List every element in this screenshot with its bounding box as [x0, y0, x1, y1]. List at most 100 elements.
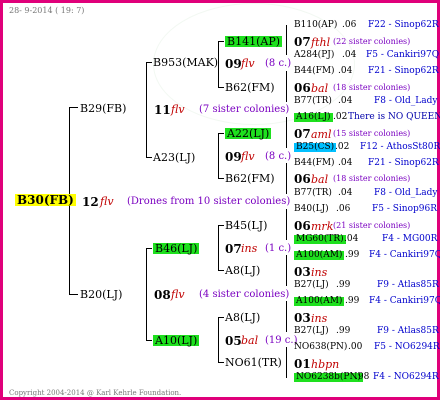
- connector: [286, 347, 287, 378]
- leaf-source: F5 - NO6294R: [374, 342, 440, 352]
- leaf-year: .02: [335, 142, 350, 152]
- grandparent-queen[interactable]: A10(LJ): [153, 335, 200, 346]
- connector: [218, 133, 219, 179]
- connector: [218, 317, 219, 363]
- ancestor-bee-line: ins: [311, 312, 328, 325]
- ancestor-note: (21 sister colonies): [333, 221, 411, 230]
- ancestor-bee-line: fthl: [311, 36, 331, 49]
- leaf-queen[interactable]: B40(LJ): [294, 205, 329, 214]
- leaf-source: F4 - Cankiri97Q: [369, 250, 440, 260]
- leaf-year: .06: [342, 20, 357, 30]
- connector: [286, 163, 287, 194]
- ancestor-queen[interactable]: B141(AP): [225, 36, 283, 47]
- connector: [218, 225, 224, 226]
- leaf-source: F5 - Sinop96R: [372, 204, 437, 214]
- grandparent-note: (19 c.): [265, 335, 298, 346]
- ancestor-queen[interactable]: B62(FM): [225, 82, 275, 93]
- leaf-year: .04: [338, 188, 353, 198]
- leaf-queen[interactable]: B44(FM): [294, 67, 335, 76]
- parent-generation: 11: [154, 103, 171, 117]
- leaf-source: F4 - NO6294R: [373, 372, 439, 382]
- leaf-source: F9 - Atlas85R: [377, 280, 439, 290]
- grandparent-bee-line: flv: [241, 57, 255, 70]
- ancestor-queen[interactable]: A8(LJ): [225, 265, 260, 276]
- leaf-year: .99: [345, 250, 360, 260]
- leaf-source: F12 - AthosSt80R: [360, 142, 440, 152]
- leaf-year: .99: [336, 326, 351, 336]
- ancestor-queen[interactable]: B45(LJ): [225, 220, 267, 231]
- grandparent-queen[interactable]: A23(LJ): [153, 152, 195, 163]
- leaf-queen[interactable]: B27(LJ): [294, 327, 329, 336]
- leaf-year: .99: [336, 280, 351, 290]
- grandparent-generation: 09: [225, 150, 242, 164]
- connector: [218, 270, 224, 271]
- ancestor-generation: 07: [294, 127, 311, 141]
- root-queen[interactable]: B30(FB): [15, 194, 76, 206]
- ancestor-generation: 01: [294, 357, 311, 371]
- connector: [218, 87, 224, 88]
- copyright: Copyright 2004-2014 @ Karl Kehrle Founda…: [9, 389, 182, 397]
- leaf-queen[interactable]: MG60(TR): [294, 235, 346, 244]
- ancestor-generation: 06: [294, 172, 311, 186]
- ancestor-generation: 06: [294, 219, 311, 233]
- leaf-year: .00: [348, 342, 363, 352]
- connector: [286, 25, 287, 55]
- leaf-source: F21 - Sinop62R: [368, 158, 439, 168]
- leaf-queen[interactable]: NO638(PN): [294, 343, 347, 352]
- connector: [218, 225, 219, 271]
- grandparent-queen[interactable]: B953(MAK): [153, 57, 218, 68]
- parent-queen[interactable]: B20(LJ): [80, 289, 122, 300]
- connector: [146, 62, 152, 63]
- leaf-source: F9 - Atlas85R: [377, 326, 439, 336]
- leaf-queen[interactable]: B44(FM): [294, 159, 335, 168]
- connector: [69, 107, 78, 108]
- grandparent-bee-line: flv: [241, 150, 255, 163]
- leaf-year: .06: [336, 204, 351, 214]
- leaf-queen[interactable]: A100(AM): [294, 251, 345, 260]
- ancestor-bee-line: aml: [311, 128, 332, 141]
- connector: [146, 248, 147, 341]
- ancestor-queen[interactable]: A8(LJ): [225, 312, 260, 323]
- leaf-queen[interactable]: B27(LJ): [294, 281, 329, 290]
- ancestor-generation: 06: [294, 81, 311, 95]
- leaf-queen[interactable]: NO6238b(PN): [294, 373, 363, 382]
- leaf-source: F4 - MG00R: [382, 234, 438, 244]
- ancestor-queen[interactable]: B62(FM): [225, 173, 275, 184]
- leaf-queen[interactable]: B77(TR): [294, 189, 332, 198]
- leaf-year: .98: [355, 372, 370, 382]
- leaf-source: F4 - Cankiri97Q: [369, 296, 440, 306]
- connector: [69, 294, 78, 295]
- parent-generation: 08: [154, 288, 171, 302]
- connector: [218, 178, 224, 179]
- ancestor-note: (18 sister colonies): [333, 83, 411, 92]
- ancestor-queen[interactable]: NO61(TR): [225, 357, 282, 368]
- leaf-queen[interactable]: B25(CS): [294, 143, 337, 152]
- connector: [146, 157, 152, 158]
- grandparent-queen[interactable]: B46(LJ): [153, 243, 200, 254]
- leaf-year: .04: [344, 234, 359, 244]
- grandparent-note: (1 c.): [265, 243, 292, 254]
- leaf-source: F21 - Sinop62R: [368, 66, 439, 76]
- parent-bee-line: flv: [171, 103, 185, 116]
- ancestor-queen[interactable]: A22(LJ): [225, 128, 272, 139]
- connector: [218, 41, 219, 88]
- leaf-queen[interactable]: A16(LJ): [294, 113, 333, 122]
- parent-queen[interactable]: B29(FB): [80, 103, 126, 114]
- pedigree-frame: 28- 9-2014 ( 19: 7) B30(FB) 12 flv (Dron…: [0, 0, 440, 400]
- leaf-queen[interactable]: A284(PJ): [294, 51, 334, 60]
- leaf-queen[interactable]: A100(AM): [294, 297, 345, 306]
- ancestor-note: (18 sister colonies): [333, 174, 411, 183]
- root-bee-line: flv: [100, 195, 114, 208]
- grandparent-bee-line: bal: [241, 334, 259, 347]
- ancestor-bee-line: ins: [311, 266, 328, 279]
- connector: [218, 133, 224, 134]
- leaf-queen[interactable]: B110(AP): [294, 21, 337, 30]
- grandparent-generation: 05: [225, 334, 242, 348]
- ancestor-bee-line: bal: [311, 173, 329, 186]
- grandparent-note: (8 c.): [265, 58, 292, 69]
- connector: [218, 317, 224, 318]
- connector: [286, 255, 287, 286]
- timestamp: 28- 9-2014 ( 19: 7): [9, 6, 85, 15]
- grandparent-bee-line: ins: [241, 242, 258, 255]
- leaf-queen[interactable]: B77(TR): [294, 97, 332, 106]
